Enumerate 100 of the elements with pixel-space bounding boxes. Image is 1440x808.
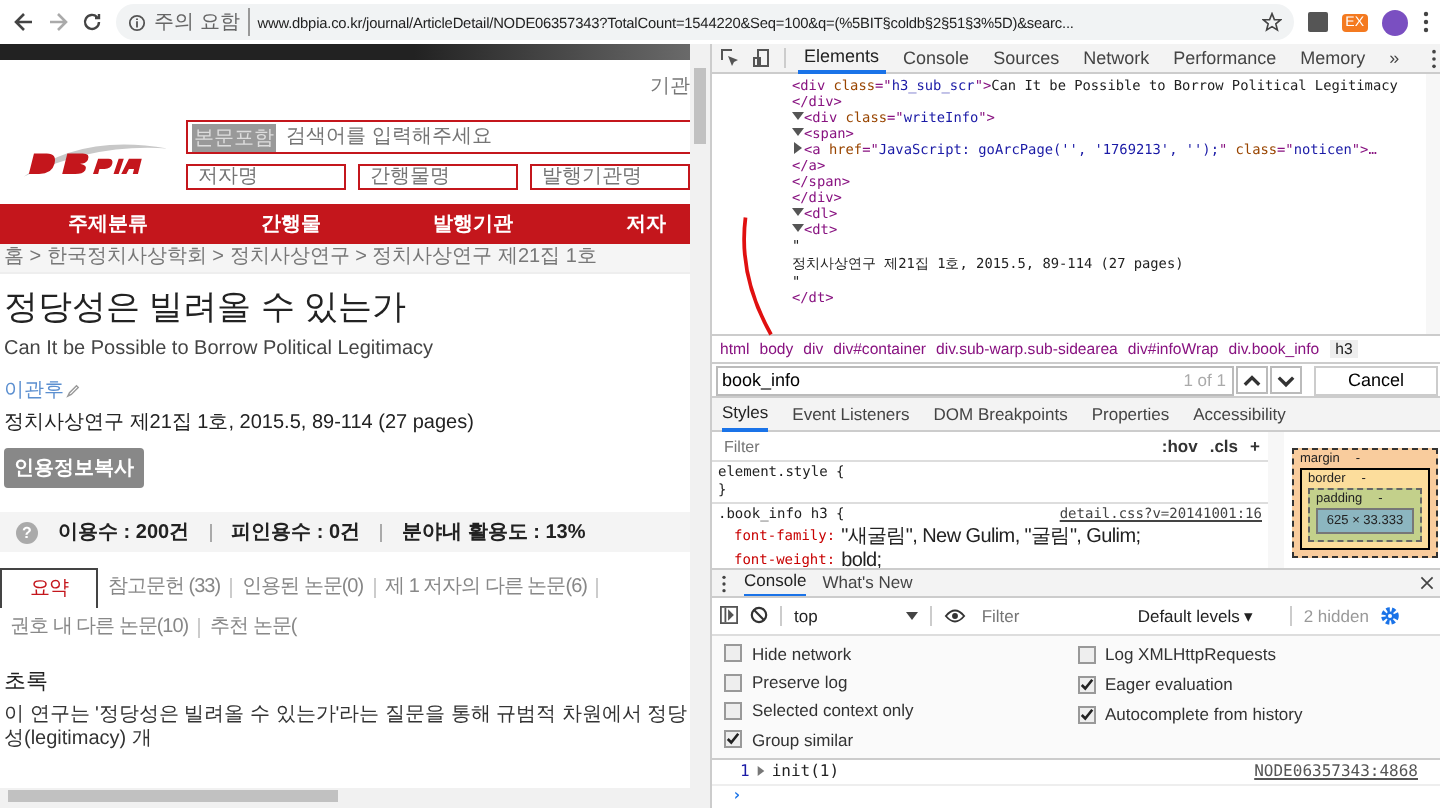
devtools-tab[interactable]: Network xyxy=(1077,44,1156,72)
input-field[interactable]: 발행기관명 xyxy=(530,164,690,190)
repeat-count: 1 xyxy=(740,762,750,781)
class-toggle-button[interactable]: .cls xyxy=(1209,436,1239,457)
kebab-menu-icon[interactable] xyxy=(720,573,728,594)
chevron-up-icon[interactable] xyxy=(1236,366,1268,394)
bookmark-star-icon[interactable] xyxy=(1261,12,1282,32)
console-prompt[interactable]: › xyxy=(732,785,742,804)
devtools-tab[interactable]: Elements xyxy=(798,42,886,74)
abstract-text: 이 연구는 '정당성은 빌려올 수 있는가'라는 질문을 통해 규범적 차원에서 정당성(legitimacy) 개 xyxy=(2,704,690,752)
top-link[interactable]: 기관 xyxy=(650,72,690,100)
devtools-tab[interactable]: Performance xyxy=(1167,44,1283,72)
checkbox-label: Eager evaluation xyxy=(1105,674,1233,695)
tab[interactable]: 참고문헌 (33) xyxy=(98,572,231,604)
devtools-tab[interactable]: Memory xyxy=(1294,44,1372,72)
device-toggle-icon[interactable] xyxy=(752,48,772,68)
hover-state-button[interactable]: :hov xyxy=(1161,436,1198,457)
checkbox-label: Hide network xyxy=(752,643,852,664)
back-arrow-icon[interactable] xyxy=(14,12,34,32)
security-label: 주의 요함 xyxy=(154,8,250,36)
styles-tab[interactable]: Event Listeners xyxy=(792,398,910,431)
scrollbar[interactable] xyxy=(1426,74,1440,335)
styles-tab[interactable]: Properties xyxy=(1091,398,1170,431)
stat-text: 분야내 활용도 : 13% xyxy=(402,520,586,546)
checkbox[interactable] xyxy=(1077,675,1095,694)
curved-stroke-drawing xyxy=(736,216,776,336)
section-heading: 초록 xyxy=(2,668,50,696)
styles-tab[interactable]: DOM Breakpoints xyxy=(933,398,1068,431)
checkbox[interactable] xyxy=(724,673,742,692)
article-subtitle: Can It be Possible to Borrow Political Legitimacy xyxy=(4,338,434,360)
kebab-menu-icon[interactable] xyxy=(1422,10,1430,34)
hidden-count: 2 hidden xyxy=(1303,605,1369,626)
tab[interactable]: 인용된 논문(0) xyxy=(232,572,374,604)
input-field[interactable]: 저자명 xyxy=(186,164,346,190)
nav-item[interactable]: 저자 xyxy=(625,210,666,238)
nav-item[interactable]: 발행기관 xyxy=(433,210,514,238)
devtools-tab[interactable]: Console xyxy=(897,44,976,72)
close-icon[interactable] xyxy=(1420,576,1434,591)
checkbox[interactable] xyxy=(724,730,742,749)
checkbox[interactable] xyxy=(724,701,742,720)
styles-tab[interactable]: Accessibility xyxy=(1193,398,1286,431)
css-value: bold; xyxy=(841,551,882,569)
info-icon[interactable] xyxy=(128,13,146,31)
tab[interactable]: 권호 내 다른 논문(10) xyxy=(0,612,199,644)
log-levels-dropdown[interactable]: Default levels ▾ xyxy=(1137,605,1278,626)
dropdown-caret-icon xyxy=(905,611,918,620)
checkbox-label: Autocomplete from history xyxy=(1105,704,1303,725)
horizontal-scrollbar[interactable] xyxy=(0,788,690,808)
extension-icon[interactable] xyxy=(1307,12,1328,32)
profile-avatar[interactable] xyxy=(1382,9,1408,35)
copy-citation-button[interactable]: 인용정보복사 xyxy=(4,448,144,488)
match-count: 1 of 1 xyxy=(1183,370,1228,390)
styles-tab[interactable]: Styles xyxy=(722,396,769,433)
stat-text: 이용수 : 200건 xyxy=(58,520,190,546)
devtools-tab[interactable]: Sources xyxy=(987,44,1066,72)
checkbox-label: Log XMLHttpRequests xyxy=(1105,644,1277,665)
search-input[interactable]: 검색어를 입력해주세요 xyxy=(282,124,686,150)
tab[interactable]: 요약 xyxy=(0,568,98,608)
search-field[interactable]: book_info 1 of 1 xyxy=(716,365,1234,395)
expanded-triangle-icon[interactable] xyxy=(792,126,804,138)
source-link[interactable]: NODE06357343:4868 xyxy=(1254,762,1418,781)
collapsed-triangle-icon[interactable] xyxy=(792,142,804,154)
tab[interactable]: 제 1 저자의 다른 논문(6) xyxy=(375,572,597,604)
drawer-tab[interactable]: What's New xyxy=(822,570,913,597)
pencil-icon xyxy=(66,383,80,397)
checkbox[interactable] xyxy=(1077,645,1095,664)
breadcrumb: 홈 > 한국정치사상학회 > 정치사상연구 > 정치사상연구 제21집 1호 xyxy=(0,244,690,274)
expanded-triangle-icon[interactable] xyxy=(792,222,804,234)
input-field[interactable]: 간행물명 xyxy=(358,164,518,190)
tab[interactable]: 추천 논문( xyxy=(200,612,307,644)
inspect-cursor-icon[interactable] xyxy=(720,48,740,68)
checkbox[interactable] xyxy=(1077,705,1095,724)
nav-item[interactable]: 간행물 xyxy=(260,210,321,238)
clear-console-icon[interactable] xyxy=(750,606,768,625)
kebab-menu-icon[interactable] xyxy=(1429,47,1438,69)
checkbox-label: Preserve log xyxy=(752,672,848,693)
new-rule-button[interactable]: + xyxy=(1250,436,1260,457)
log-message: init(1) xyxy=(771,762,840,781)
checkbox[interactable] xyxy=(724,644,742,663)
reload-icon[interactable] xyxy=(82,12,102,32)
drawer-tab[interactable]: Console xyxy=(744,568,807,599)
chevron-down-icon[interactable] xyxy=(1270,366,1302,394)
more-tabs-button[interactable]: » xyxy=(1383,44,1406,72)
expanded-triangle-icon[interactable] xyxy=(792,206,804,218)
nav-item[interactable]: 주제분류 xyxy=(68,210,148,238)
checkbox-label: Selected context only xyxy=(752,700,914,721)
vertical-scrollbar[interactable] xyxy=(690,44,710,808)
checkbox-label: Group similar xyxy=(752,729,854,750)
citation-text: 정치사상연구 제21집 1호, 2015.5, 89-114 (27 pages) xyxy=(4,410,474,436)
eye-icon[interactable] xyxy=(943,607,966,624)
scrollbar[interactable] xyxy=(1268,432,1284,569)
expanded-triangle-icon[interactable] xyxy=(792,110,804,122)
cancel-button[interactable]: Cancel xyxy=(1314,365,1438,395)
settings-icon[interactable] xyxy=(1380,605,1401,626)
article-title: 정당성은 빌려올 수 있는가 xyxy=(4,286,407,330)
collapsed-triangle-icon[interactable] xyxy=(755,766,766,777)
css-value: "새굴림", New Gulim, "굴림", Gulim; xyxy=(841,527,1141,546)
context-dropdown[interactable]: top xyxy=(794,605,918,626)
sidebar-toggle-icon[interactable] xyxy=(720,606,738,625)
stat-text: 피인용수 : 0건 xyxy=(231,520,361,546)
